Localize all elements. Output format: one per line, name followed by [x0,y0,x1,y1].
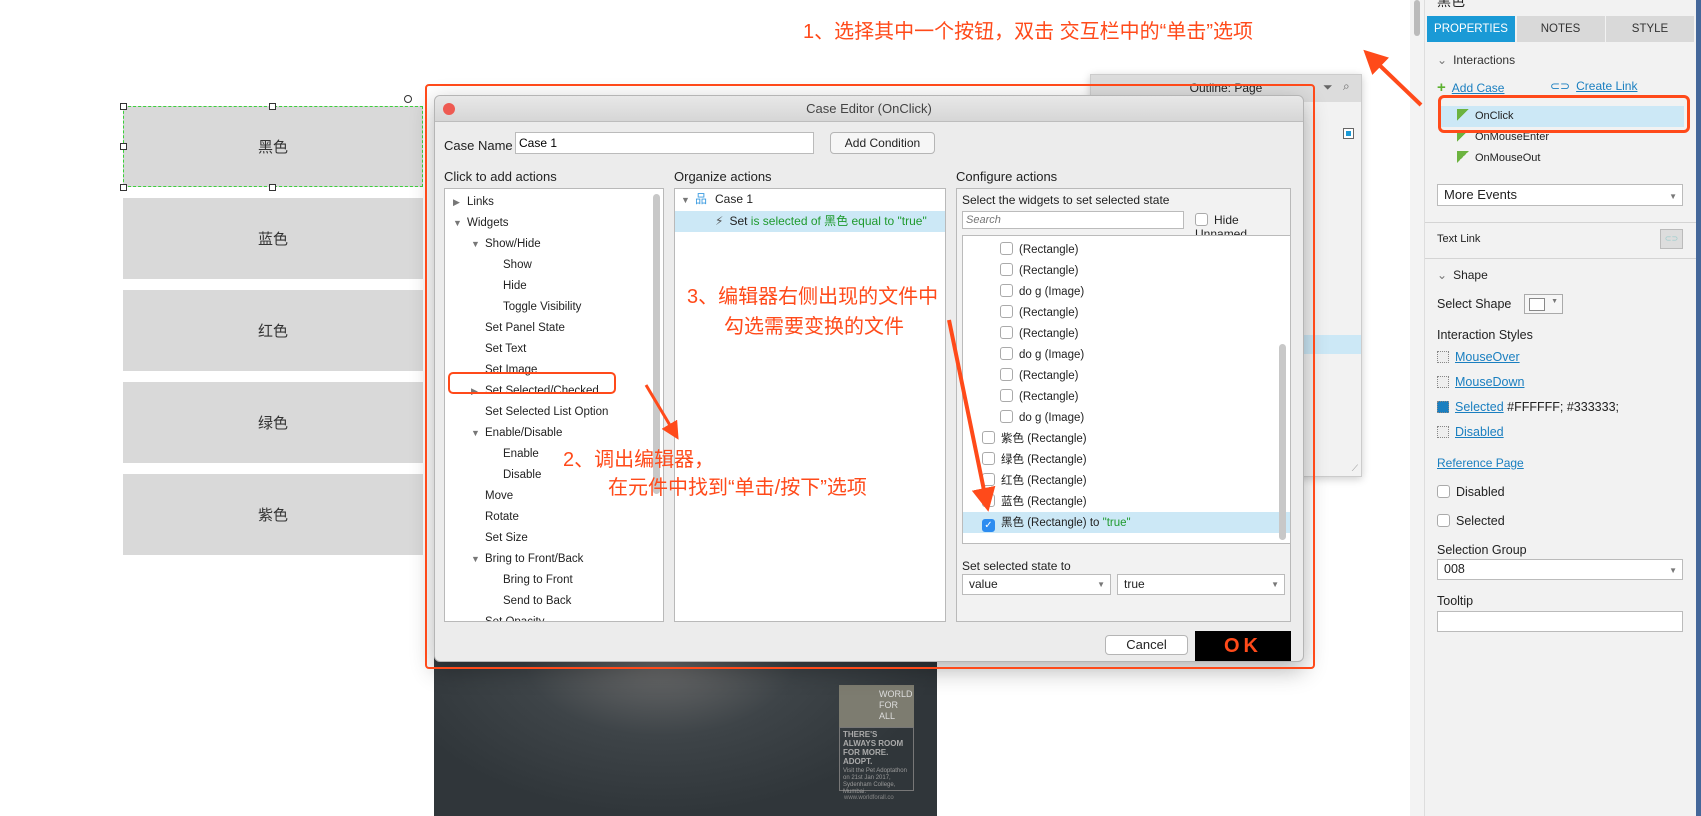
annotation-arrows [644,49,1423,512]
arrow-icon [947,319,996,512]
arrow-icon [1363,49,1423,107]
arrow-icon [644,384,679,440]
